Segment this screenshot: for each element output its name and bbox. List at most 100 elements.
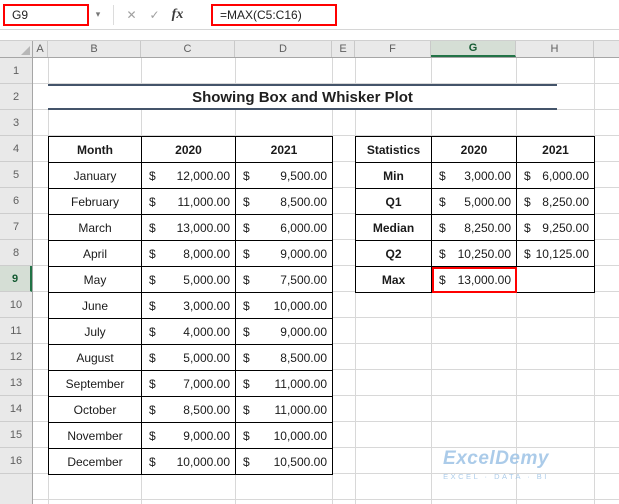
stat-2021-cell[interactable]: $8,250.00 — [516, 188, 595, 215]
month-cell[interactable]: July — [48, 318, 142, 345]
month-cell[interactable]: March — [48, 214, 142, 241]
row-header-10[interactable]: 10 — [0, 292, 32, 318]
column-header-F[interactable]: F — [355, 41, 431, 57]
column-header-H[interactable]: H — [516, 41, 594, 57]
insert-function-icon[interactable]: fx — [166, 4, 189, 26]
month-cell[interactable]: December — [48, 448, 142, 475]
value-2020-cell[interactable]: $5,000.00 — [141, 266, 236, 293]
amount: 6,000.00 — [280, 220, 327, 235]
value-2020-cell[interactable]: $8,000.00 — [141, 240, 236, 267]
month-cell[interactable]: February — [48, 188, 142, 215]
value-2020-cell[interactable]: $10,000.00 — [141, 448, 236, 475]
currency-symbol: $ — [439, 168, 446, 183]
row-header-3[interactable]: 3 — [0, 110, 32, 136]
select-all-corner[interactable] — [0, 41, 33, 57]
value-2021-cell[interactable]: $9,500.00 — [235, 162, 333, 189]
stat-label-q1[interactable]: Q1 — [355, 188, 432, 215]
column-header-E[interactable]: E — [332, 41, 355, 57]
row-header-5[interactable]: 5 — [0, 162, 32, 188]
amount: 8,500.00 — [280, 194, 327, 209]
stat-label-min[interactable]: Min — [355, 162, 432, 189]
formula-input[interactable]: =MAX(C5:C16) — [211, 3, 337, 26]
formula-bar-divider — [113, 4, 114, 25]
header-2021[interactable]: 2021 — [235, 136, 333, 163]
currency-symbol: $ — [243, 298, 250, 313]
value-2020-cell[interactable]: $7,000.00 — [141, 370, 236, 397]
currency-symbol: $ — [149, 402, 156, 417]
month-cell[interactable]: September — [48, 370, 142, 397]
stat-2020-cell[interactable]: $8,250.00 — [431, 214, 517, 241]
column-header-A[interactable]: A — [33, 41, 48, 57]
value-2020-cell[interactable]: $8,500.00 — [141, 396, 236, 423]
row-header-2[interactable]: 2 — [0, 84, 32, 110]
enter-icon[interactable]: ✓ — [143, 4, 166, 26]
value-2021-cell[interactable]: $11,000.00 — [235, 370, 333, 397]
value-2020-cell[interactable]: $11,000.00 — [141, 188, 236, 215]
month-cell[interactable]: August — [48, 344, 142, 371]
header-statistics[interactable]: Statistics — [355, 136, 432, 163]
row-header-8[interactable]: 8 — [0, 240, 32, 266]
stat-label-median[interactable]: Median — [355, 214, 432, 241]
row-header-6[interactable]: 6 — [0, 188, 32, 214]
row-header-11[interactable]: 11 — [0, 318, 32, 344]
empty-cell-H9[interactable] — [516, 266, 595, 293]
stat-2021-cell[interactable]: $9,250.00 — [516, 214, 595, 241]
stat-2021-cell[interactable]: $10,125.00 — [516, 240, 595, 267]
value-2020-cell[interactable]: $3,000.00 — [141, 292, 236, 319]
stat-2020-cell[interactable]: $3,000.00 — [431, 162, 517, 189]
value-2021-cell[interactable]: $9,000.00 — [235, 318, 333, 345]
value-2020-cell[interactable]: $9,000.00 — [141, 422, 236, 449]
header-month[interactable]: Month — [48, 136, 142, 163]
month-cell[interactable]: May — [48, 266, 142, 293]
row-header-15[interactable]: 15 — [0, 422, 32, 448]
cancel-icon[interactable]: ✕ — [120, 4, 143, 26]
amount: 11,000.00 — [177, 194, 231, 209]
stat-2020-cell[interactable]: $5,000.00 — [431, 188, 517, 215]
currency-symbol: $ — [524, 194, 531, 209]
value-2021-cell[interactable]: $6,000.00 — [235, 214, 333, 241]
value-2021-cell[interactable]: $8,500.00 — [235, 188, 333, 215]
value-2021-cell[interactable]: $7,500.00 — [235, 266, 333, 293]
value-2021-cell[interactable]: $10,500.00 — [235, 448, 333, 475]
selected-cell-G9[interactable]: $13,000.00 — [431, 266, 517, 293]
month-cell[interactable]: January — [48, 162, 142, 189]
row-header-1[interactable]: 1 — [0, 58, 32, 84]
month-cell[interactable]: October — [48, 396, 142, 423]
amount: 9,250.00 — [542, 220, 589, 235]
value-2021-cell[interactable]: $11,000.00 — [235, 396, 333, 423]
row-header-14[interactable]: 14 — [0, 396, 32, 422]
column-header-B[interactable]: B — [48, 41, 141, 57]
sheet-grid[interactable]: Showing Box and Whisker Plot Month 2020 … — [33, 58, 619, 504]
value-2020-cell[interactable]: $4,000.00 — [141, 318, 236, 345]
row-header-16[interactable]: 16 — [0, 448, 32, 474]
stat-2020-cell[interactable]: $10,250.00 — [431, 240, 517, 267]
row-header-4[interactable]: 4 — [0, 136, 32, 162]
header-2020[interactable]: 2020 — [141, 136, 236, 163]
column-header-G-selected[interactable]: G — [431, 41, 516, 57]
row-header-13[interactable]: 13 — [0, 370, 32, 396]
row-header-9-selected[interactable]: 9 — [0, 266, 32, 292]
row-header-7[interactable]: 7 — [0, 214, 32, 240]
month-cell[interactable]: June — [48, 292, 142, 319]
value-2020-cell[interactable]: $12,000.00 — [141, 162, 236, 189]
value-2020-cell[interactable]: $5,000.00 — [141, 344, 236, 371]
value-2021-cell[interactable]: $10,000.00 — [235, 422, 333, 449]
header-2020[interactable]: 2020 — [431, 136, 517, 163]
value-2021-cell[interactable]: $10,000.00 — [235, 292, 333, 319]
value-2021-cell[interactable]: $8,500.00 — [235, 344, 333, 371]
header-2021[interactable]: 2021 — [516, 136, 595, 163]
month-cell[interactable]: November — [48, 422, 142, 449]
page-title[interactable]: Showing Box and Whisker Plot — [48, 84, 557, 110]
row-header-12[interactable]: 12 — [0, 344, 32, 370]
amount: 11,000.00 — [274, 376, 328, 391]
stat-label-max[interactable]: Max — [355, 266, 432, 293]
name-box[interactable]: G9 — [3, 3, 89, 26]
column-header-C[interactable]: C — [141, 41, 235, 57]
value-2021-cell[interactable]: $9,000.00 — [235, 240, 333, 267]
stat-2021-cell[interactable]: $6,000.00 — [516, 162, 595, 189]
column-header-D[interactable]: D — [235, 41, 332, 57]
month-cell[interactable]: April — [48, 240, 142, 267]
stat-label-q2[interactable]: Q2 — [355, 240, 432, 267]
name-box-dropdown-icon[interactable]: ▾ — [89, 5, 107, 25]
value-2020-cell[interactable]: $13,000.00 — [141, 214, 236, 241]
